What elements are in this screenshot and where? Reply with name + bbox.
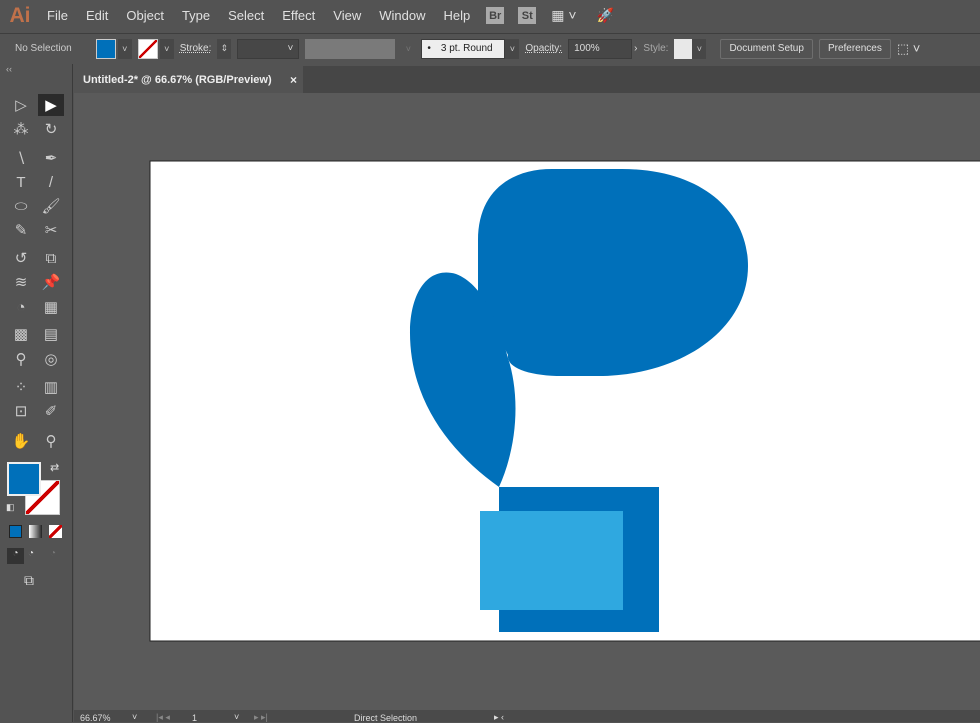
artboard-dropdown[interactable]: ˅ bbox=[234, 712, 239, 722]
gradient-tool-icon[interactable]: ▤ bbox=[38, 323, 64, 345]
menu-file[interactable]: File bbox=[38, 8, 77, 23]
slice-tool-icon[interactable]: ✐ bbox=[38, 400, 64, 422]
status-bar: 66.67% ˅ |◂ ◂ 1 ˅ ▸ ▸| Direct Selection … bbox=[74, 710, 980, 723]
brush-dot-icon: • bbox=[427, 43, 431, 54]
artboard-tool-icon[interactable]: ⊡ bbox=[8, 400, 34, 422]
menu-help[interactable]: Help bbox=[434, 8, 479, 23]
menu-object[interactable]: Object bbox=[117, 8, 173, 23]
stroke-swatch[interactable] bbox=[137, 38, 158, 59]
eyedropper-tool-icon[interactable]: ⚲ bbox=[8, 348, 34, 370]
document-setup-button[interactable]: Document Setup bbox=[720, 38, 813, 59]
rotate-tool-icon[interactable]: ↺ bbox=[8, 247, 34, 269]
swap-fill-stroke-icon[interactable]: ⇄ bbox=[50, 461, 59, 474]
brush-definition[interactable]: • 3 pt. Round bbox=[421, 38, 506, 59]
stroke-weight-stepper[interactable]: ⇕ bbox=[217, 38, 232, 59]
stroke-label[interactable]: Stroke: bbox=[180, 43, 212, 54]
color-mode-button[interactable] bbox=[9, 525, 22, 538]
opacity-label[interactable]: Opacity: bbox=[525, 43, 562, 54]
opacity-arrow-icon[interactable]: › bbox=[634, 43, 637, 54]
close-tab-icon[interactable]: × bbox=[290, 73, 297, 87]
magic-wand-tool-icon[interactable]: ⁂ bbox=[8, 118, 34, 140]
artwork bbox=[149, 160, 980, 642]
draw-inside-button[interactable]: ◔ bbox=[50, 548, 56, 559]
arrange-documents-icon[interactable]: ⬚ ˅ bbox=[897, 41, 921, 57]
menu-window[interactable]: Window bbox=[370, 8, 434, 23]
perspective-grid-tool-icon[interactable]: ▦ bbox=[38, 296, 64, 318]
stroke-dropdown[interactable]: ˅ bbox=[159, 38, 174, 59]
variable-width-profile[interactable] bbox=[305, 38, 396, 59]
paintbrush-tool-icon[interactable]: 🖌 bbox=[38, 195, 64, 217]
none-mode-button[interactable] bbox=[49, 525, 62, 538]
symbol-sprayer-tool-icon[interactable]: ⁘ bbox=[8, 376, 34, 398]
column-graph-tool-icon[interactable]: ▥ bbox=[38, 376, 64, 398]
menu-edit[interactable]: Edit bbox=[77, 8, 117, 23]
line-tool-icon[interactable]: / bbox=[38, 171, 64, 193]
menu-bar: Ai File Edit Object Type Select Effect V… bbox=[0, 0, 980, 31]
artboard-nav-next[interactable]: ▸ ▸| bbox=[254, 712, 268, 723]
style-swatch[interactable] bbox=[674, 38, 693, 59]
gradient-mode-button[interactable] bbox=[29, 525, 42, 538]
preferences-button[interactable]: Preferences bbox=[818, 38, 891, 59]
menu-type[interactable]: Type bbox=[173, 8, 219, 23]
menu-effect[interactable]: Effect bbox=[273, 8, 324, 23]
toolbox: ‹‹ ▷ ▶ ⁂ ↻ ∖ ✒ T / ⬭ 🖌 ✎ ✂ ↺ ⧉ ≋ 📌 ◔ ▦ ▩ ▤ ⚲ ◎ ⁘ ▥ ⊡ ✐ ✋ ⚲ ⇄ ◧ ◔ ◔ … bbox=[0, 64, 73, 722]
hand-tool-icon[interactable]: ✋ bbox=[8, 430, 34, 452]
stock-button[interactable]: St bbox=[518, 7, 537, 24]
document-tab[interactable]: Untitled-2* @ 66.67% (RGB/Preview) × bbox=[74, 66, 303, 93]
type-tool-icon[interactable]: T bbox=[8, 171, 34, 193]
pen-tool-icon[interactable]: ✒ bbox=[38, 147, 64, 169]
scale-tool-icon[interactable]: ⧉ bbox=[38, 247, 64, 269]
opacity-value: 100% bbox=[574, 43, 600, 54]
zoom-dropdown[interactable]: ˅ bbox=[132, 712, 137, 722]
screen-mode-button[interactable]: ⧉ bbox=[24, 572, 34, 589]
draw-normal-button[interactable]: ◔ bbox=[7, 548, 24, 564]
mesh-tool-icon[interactable]: ▩ bbox=[8, 323, 34, 345]
workspace-layout-icon[interactable]: ▦ ˅ bbox=[551, 7, 576, 24]
app-logo: Ai bbox=[9, 3, 31, 27]
fill-color-box[interactable] bbox=[7, 462, 41, 496]
curvature-tool-icon[interactable]: ∖ bbox=[8, 147, 34, 169]
collapse-toolbar-icon[interactable]: ‹‹ bbox=[6, 64, 12, 74]
document-tab-bar: Untitled-2* @ 66.67% (RGB/Preview) × bbox=[74, 66, 980, 93]
shaper-tool-icon[interactable]: ✎ bbox=[8, 219, 34, 241]
direct-selection-tool-icon[interactable]: ▷ bbox=[8, 94, 34, 116]
scissors-tool-icon[interactable]: ✂ bbox=[38, 219, 64, 241]
status-menu-arrow[interactable]: ▸ ‹ bbox=[494, 712, 504, 723]
shape-builder-tool-icon[interactable]: ◔ bbox=[8, 296, 34, 318]
document-tab-title: Untitled-2* @ 66.67% (RGB/Preview) bbox=[83, 73, 272, 86]
opacity-field[interactable]: 100% bbox=[568, 38, 633, 59]
brush-name: 3 pt. Round bbox=[440, 43, 493, 54]
artboard-nav-first[interactable]: |◂ ◂ bbox=[156, 712, 170, 723]
bridge-button[interactable]: Br bbox=[486, 7, 505, 24]
warp-tool-icon[interactable]: ≋ bbox=[8, 271, 34, 293]
canvas-area[interactable] bbox=[74, 93, 980, 710]
style-dropdown[interactable]: ˅ bbox=[692, 38, 707, 59]
gpu-performance-icon[interactable]: 🚀 bbox=[597, 7, 614, 24]
style-label: Style: bbox=[643, 43, 669, 54]
selection-tool-icon[interactable]: ▶ bbox=[38, 94, 64, 116]
control-bar: No Selection ˅ ˅ Stroke: ⇕ ˅ ˅ • 3 pt. Ro… bbox=[0, 33, 980, 63]
ellipse-tool-icon[interactable]: ⬭ bbox=[8, 195, 34, 217]
puppet-warp-tool-icon[interactable]: 📌 bbox=[38, 271, 64, 293]
default-fill-stroke-icon[interactable]: ◧ bbox=[6, 502, 15, 513]
draw-behind-button[interactable]: ◔ bbox=[28, 548, 34, 559]
menu-view[interactable]: View bbox=[324, 8, 370, 23]
menu-select[interactable]: Select bbox=[219, 8, 273, 23]
selection-status: No Selection bbox=[15, 43, 72, 54]
profile-dropdown[interactable]: ˅ bbox=[401, 39, 415, 59]
lasso-tool-icon[interactable]: ↻ bbox=[38, 118, 64, 140]
fill-swatch[interactable] bbox=[95, 38, 116, 59]
fill-dropdown[interactable]: ˅ bbox=[117, 38, 132, 59]
blend-tool-icon[interactable]: ◎ bbox=[38, 348, 64, 370]
light-blue-rectangle[interactable] bbox=[480, 511, 623, 610]
stroke-weight-field[interactable]: ˅ bbox=[237, 38, 300, 59]
brush-dropdown[interactable]: ˅ bbox=[505, 38, 520, 59]
zoom-tool-icon[interactable]: ⚲ bbox=[38, 430, 64, 452]
